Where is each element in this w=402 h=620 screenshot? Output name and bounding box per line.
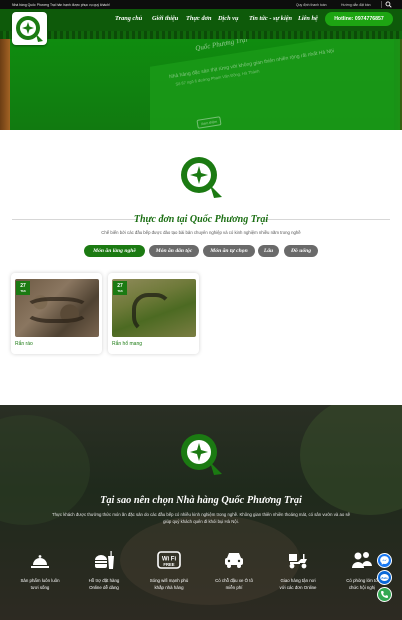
site-logo[interactable] bbox=[12, 12, 47, 45]
date-month: Th6 bbox=[117, 289, 123, 293]
payment-policy-link[interactable]: Quy định thanh toán bbox=[296, 3, 327, 7]
nav-item-home[interactable]: Trang chủ bbox=[115, 15, 142, 22]
page: Nhà hàng Quốc Phương Trại hân hạnh được … bbox=[0, 0, 402, 620]
section-logo-icon bbox=[181, 157, 222, 198]
wifi-free-icon: Wi FiFREE bbox=[157, 551, 181, 569]
hero-slider[interactable]: Quốc Phương Trại Nhà hàng đặc sản thịt r… bbox=[0, 39, 402, 130]
nav-item-about[interactable]: Giới thiệu bbox=[152, 15, 178, 22]
hero-wood-left bbox=[0, 39, 10, 130]
feature-label: Sản phẩm luôn luôn bbox=[20, 578, 60, 583]
dish-card[interactable]: 27 Th6 Rắn ráo bbox=[11, 273, 102, 354]
why-section-description-2: giúp quý khách quên đi khói bụi Hà Nội. bbox=[163, 519, 239, 524]
feature-label: Hỗ trợ đặt hàng bbox=[88, 578, 120, 583]
dish-card[interactable]: 27 Th6 Rắn hổ mang bbox=[108, 273, 199, 354]
menu-section-title: Thực đơn tại Quốc Phương Trại bbox=[133, 214, 269, 225]
burger-drink-icon bbox=[95, 551, 114, 569]
nav-item-services[interactable]: Dịch vụ bbox=[218, 15, 238, 22]
feature-label: Sóng wifi mạnh phủ bbox=[149, 578, 189, 583]
dish-photo-shape bbox=[132, 293, 172, 333]
feature-label: Có chỗ đậu xe Ô tô bbox=[215, 578, 253, 583]
hotline-button[interactable]: Hotline: 0974776857 bbox=[325, 12, 393, 26]
zalo-icon[interactable]: Zalo bbox=[377, 570, 392, 585]
nav-item-news[interactable]: Tin tức - sự kiện bbox=[249, 15, 292, 22]
feature-label: tươi sống bbox=[30, 585, 50, 590]
messenger-icon[interactable] bbox=[377, 553, 392, 568]
tab-village-dishes[interactable]: Món ăn làng nghề bbox=[84, 245, 145, 257]
chef-bell-icon bbox=[31, 555, 49, 568]
group-people-icon bbox=[352, 552, 372, 568]
dish-name[interactable]: Rắn ráo bbox=[15, 341, 33, 347]
nav-item-contact[interactable]: Liên hệ bbox=[298, 15, 318, 22]
top-bar: Nhà hàng Quốc Phương Trại hân hạnh được … bbox=[0, 0, 402, 9]
why-section-description: Thực khách được thưởng thức món ăn đặc s… bbox=[51, 512, 351, 517]
tab-hotpot[interactable]: Lẩu bbox=[258, 245, 279, 257]
nav-item-menu[interactable]: Thực đơn bbox=[186, 15, 212, 22]
top-bar-divider bbox=[381, 1, 382, 8]
tab-drinks[interactable]: Đồ uống bbox=[284, 245, 318, 257]
tab-a-la-carte[interactable]: Món ăn tự chọn bbox=[203, 245, 255, 257]
welcome-text: Nhà hàng Quốc Phương Trại hân hạnh được … bbox=[12, 2, 110, 7]
search-icon[interactable] bbox=[385, 1, 392, 8]
why-logo-icon bbox=[181, 434, 222, 475]
hero-title: Quốc Phương Trại bbox=[194, 39, 248, 53]
tab-ethnic-dishes[interactable]: Món ăn dân tộc bbox=[149, 245, 199, 257]
logo-emblem-icon bbox=[16, 16, 43, 42]
date-month: Th6 bbox=[20, 289, 26, 293]
svg-text:Zalo: Zalo bbox=[381, 576, 387, 580]
bg-foliage bbox=[0, 415, 90, 525]
menu-section-description: Chế biến bởi các đầu bếp được đào tạo bà… bbox=[101, 230, 301, 235]
svg-text:FREE: FREE bbox=[163, 562, 174, 567]
dish-photo-shape bbox=[25, 297, 89, 323]
delivery-scooter-icon bbox=[289, 554, 307, 569]
feature-label: Online dễ dàng bbox=[89, 585, 119, 590]
why-section-title: Tại sao nên chọn Nhà hàng Quốc Phương Tr… bbox=[100, 495, 302, 506]
date-badge: 27 Th6 bbox=[113, 281, 127, 295]
bg-foliage bbox=[120, 515, 300, 605]
date-badge: 27 Th6 bbox=[16, 281, 30, 295]
nav-texture bbox=[0, 31, 402, 39]
feature-label: khắp nhà hàng bbox=[154, 585, 184, 590]
dish-name[interactable]: Rắn hổ mang bbox=[112, 341, 142, 347]
feature-label: miễn phí bbox=[225, 585, 243, 590]
car-parking-icon bbox=[225, 553, 243, 568]
feature-label: với các đơn Online bbox=[279, 585, 317, 590]
booking-guide-link[interactable]: Hướng dẫn đặt bàn bbox=[341, 3, 371, 7]
feature-label: Giao hàng tận nơi bbox=[280, 578, 316, 583]
phone-icon[interactable] bbox=[377, 587, 392, 602]
